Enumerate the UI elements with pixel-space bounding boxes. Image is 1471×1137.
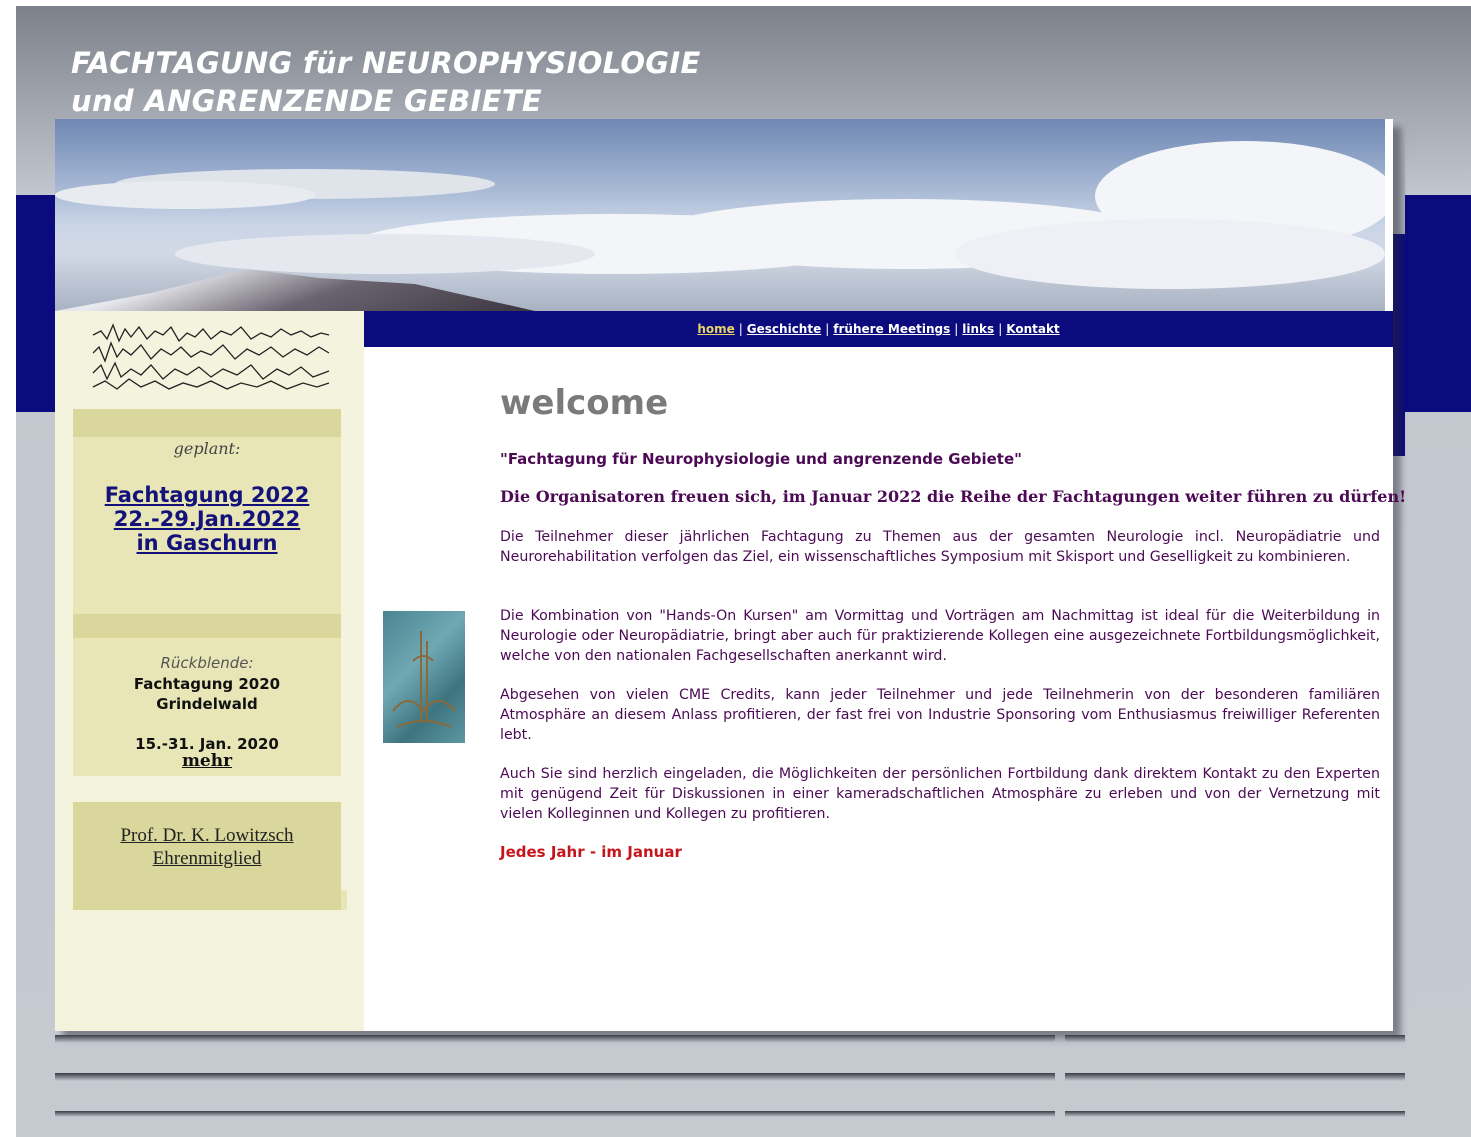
nav-kontakt[interactable]: Kontakt xyxy=(1006,322,1059,336)
review-event-title: Fachtagung 2020 xyxy=(133,675,281,693)
tagline: Jedes Jahr - im Januar xyxy=(500,843,682,861)
main-content: welcome "Fachtagung für Neurophysiologie… xyxy=(364,347,1406,1031)
site-title-line2: und ANGRENZENDE GEBIETE xyxy=(71,84,542,118)
event-quote-title: "Fachtagung für Neurophysiologie und ang… xyxy=(500,450,1022,468)
nav-home[interactable]: home xyxy=(697,322,734,336)
main-navigation: home | Geschichte | frühere Meetings | links | K… xyxy=(364,311,1393,347)
review-box: Rückblende: Fachtagung 2020 Grindelwald … xyxy=(73,614,341,776)
fachtagung-2022-link-line3[interactable]: in Gaschurn xyxy=(73,531,341,555)
site-title: FACHTAGUNG für NEUROPHYSIOLOGIE und ANGR… xyxy=(71,44,701,120)
honorary-member-title[interactable]: Ehrenmitglied xyxy=(73,847,341,870)
decorative-artwork-image xyxy=(383,611,465,743)
nav-geschichte[interactable]: Geschichte xyxy=(747,322,821,336)
invitation-paragraph: Auch Sie sind herzlich eingeladen, die M… xyxy=(500,766,1380,822)
content-container: geplant: Fachtagung 2022 22.-29.Jan.2022… xyxy=(55,119,1406,1031)
fachtagung-2022-link-line2[interactable]: 22.-29.Jan.2022 xyxy=(73,507,341,531)
fachtagung-2022-link-line1[interactable]: Fachtagung 2022 xyxy=(73,483,341,507)
decorative-stub xyxy=(1393,119,1405,234)
planned-event-box: geplant: Fachtagung 2022 22.-29.Jan.2022… xyxy=(73,409,341,614)
sidebar: geplant: Fachtagung 2022 22.-29.Jan.2022… xyxy=(55,311,364,1031)
fachtagung-2022-link[interactable]: Fachtagung 2022 22.-29.Jan.2022 in Gasch… xyxy=(73,483,341,555)
organizers-announcement: Die Organisatoren freuen sich, im Januar… xyxy=(500,487,1407,506)
nav-links[interactable]: links xyxy=(962,322,994,336)
review-heading: Rückblende: xyxy=(160,654,254,672)
intro-paragraph: Die Teilnehmer dieser jährlichen Fachtag… xyxy=(500,529,1380,565)
header-banner-image xyxy=(55,119,1385,311)
honorary-member-box: Prof. Dr. K. Lowitzsch Ehrenmitglied xyxy=(73,802,341,910)
cme-paragraph: Abgesehen von vielen CME Credits, kann j… xyxy=(500,687,1380,743)
page-heading: welcome xyxy=(500,383,669,423)
site-title-line1: FACHTAGUNG für NEUROPHYSIOLOGIE xyxy=(71,46,701,80)
nav-fruehere-meetings[interactable]: frühere Meetings xyxy=(833,322,950,336)
eeg-waveform-logo xyxy=(92,323,330,390)
planned-heading: geplant: xyxy=(173,439,241,458)
honorary-member-link[interactable]: Prof. Dr. K. Lowitzsch Ehrenmitglied xyxy=(73,824,341,870)
honorary-member-name[interactable]: Prof. Dr. K. Lowitzsch xyxy=(73,824,341,847)
more-link[interactable]: mehr xyxy=(73,751,341,771)
decorative-stub xyxy=(1393,406,1405,456)
review-event-location: Grindelwald xyxy=(156,695,258,713)
courses-paragraph: Die Kombination von "Hands-On Kursen" am… xyxy=(500,608,1380,664)
